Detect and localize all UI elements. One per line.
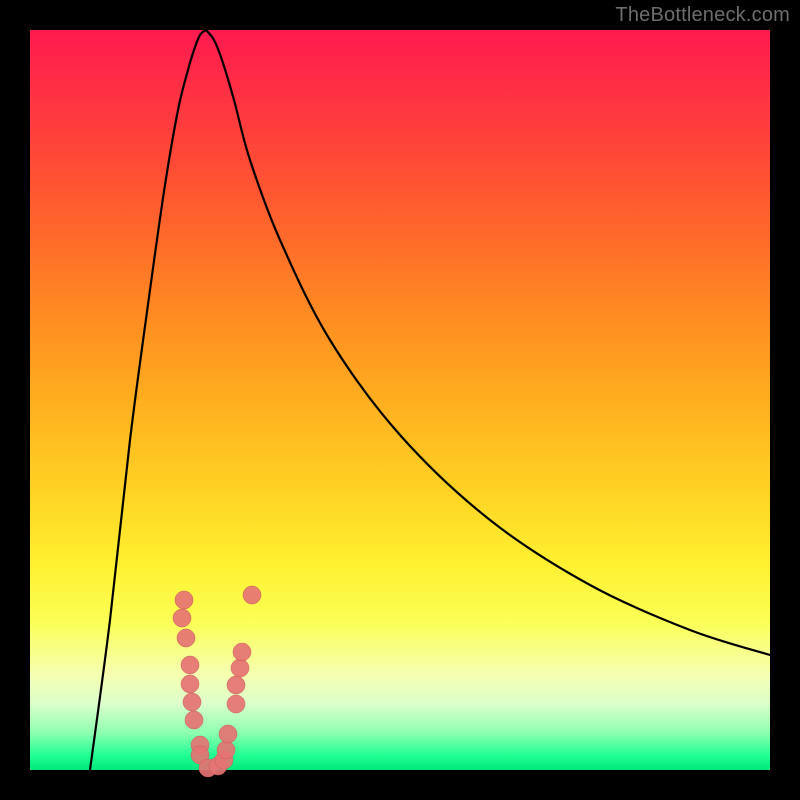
data-marker — [243, 586, 261, 604]
data-marker — [217, 741, 235, 759]
data-marker — [185, 711, 203, 729]
data-marker — [231, 659, 249, 677]
curve-right-branch — [206, 30, 770, 655]
data-marker — [233, 643, 251, 661]
data-marker — [181, 675, 199, 693]
data-marker — [219, 725, 237, 743]
watermark-text: TheBottleneck.com — [615, 4, 790, 27]
chart-frame: TheBottleneck.com — [0, 0, 800, 800]
data-marker — [183, 693, 201, 711]
curve-layer — [30, 30, 770, 770]
data-marker — [227, 695, 245, 713]
data-marker — [227, 676, 245, 694]
data-marker — [173, 609, 191, 627]
data-marker — [177, 629, 195, 647]
data-marker — [175, 591, 193, 609]
plot-area — [30, 30, 770, 770]
data-marker — [181, 656, 199, 674]
